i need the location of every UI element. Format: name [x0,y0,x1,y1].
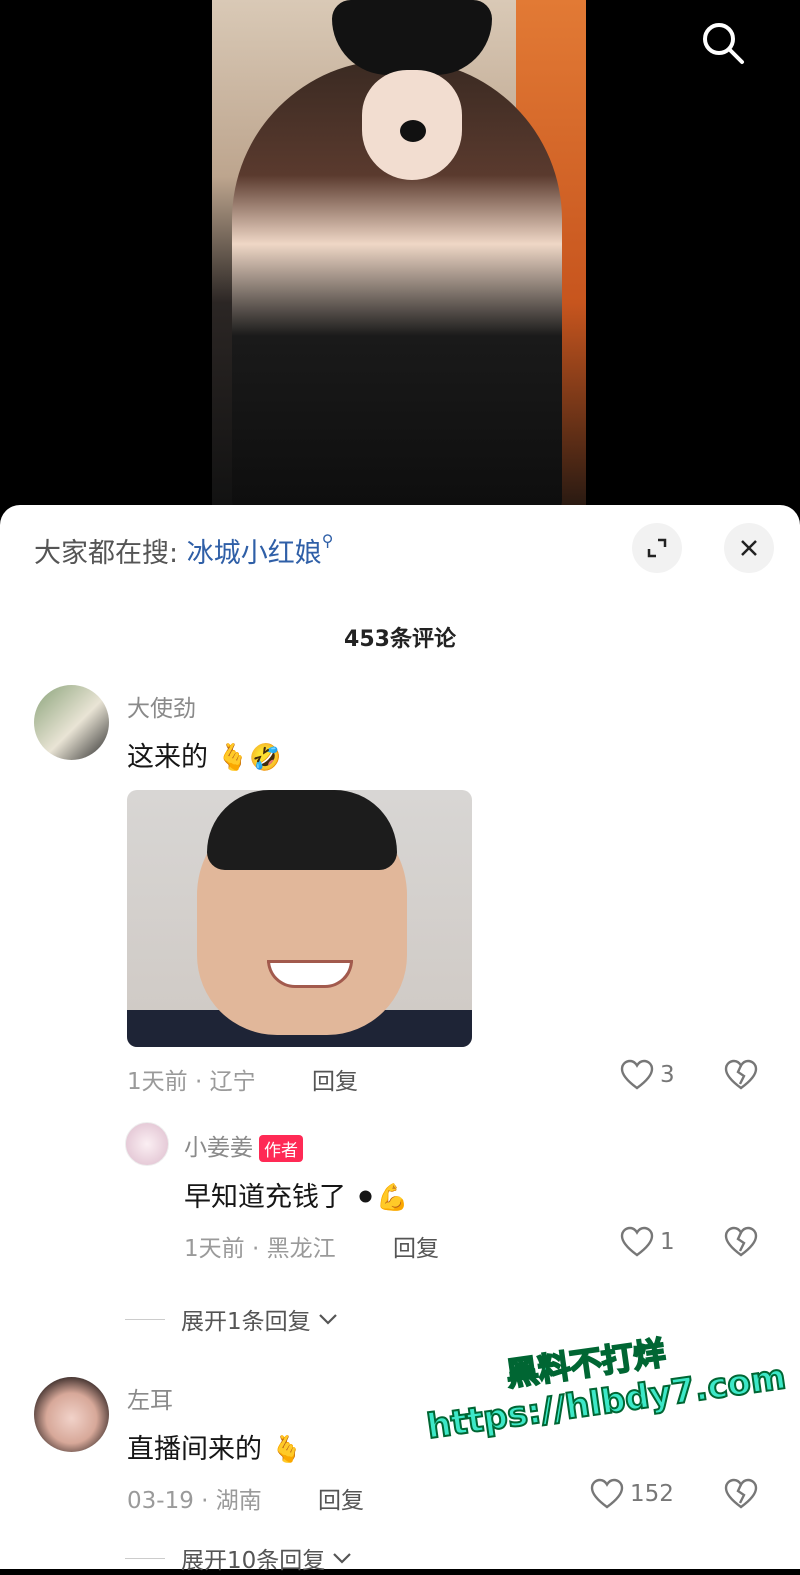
search-icon[interactable] [698,18,748,68]
expand-replies-label: 展开10条回复 [181,1548,326,1574]
comment-username[interactable]: 大使劲 [127,689,196,723]
reply-button[interactable]: 回复 [318,1481,364,1515]
emoji-icon: 🫰 [270,1435,303,1465]
heart-icon [620,1226,654,1257]
avatar[interactable] [34,1377,109,1452]
comment-location: 辽宁 [209,1069,256,1095]
hot-search-keyword[interactable]: 冰城小红娘 [187,538,322,569]
comment-meta: 1天前 · 辽宁 [127,1069,256,1095]
video-area[interactable] [0,0,800,520]
expand-replies-button[interactable]: 展开1条回复 [125,1302,339,1336]
comment-text-content: 直播间来的 [127,1434,262,1465]
dislike-button[interactable] [724,1478,758,1514]
video-hat [332,0,492,75]
emoji-icon: ⚫ [354,1183,377,1213]
like-count: 152 [630,1481,674,1507]
reply-location: 黑龙江 [266,1236,336,1262]
author-badge: 作者 [259,1135,303,1162]
broken-heart-icon [724,1059,758,1090]
avatar[interactable] [34,685,109,760]
emoji-icon: 💪 [376,1183,409,1213]
like-button[interactable]: 1 [620,1226,675,1258]
reply-button[interactable]: 回复 [312,1062,358,1096]
small-search-icon: ⚲ [321,531,334,550]
close-icon [741,540,757,556]
comment-text: 直播间来的 🫰 [127,1427,303,1466]
chevron-down-icon [333,1553,352,1564]
reply-username-text: 小姜姜 [184,1135,253,1161]
like-button[interactable]: 3 [620,1059,675,1091]
dislike-button[interactable] [724,1059,758,1095]
comment-username[interactable]: 左耳 [127,1381,173,1415]
reply-text-content: 早知道充钱了 [184,1182,346,1213]
reply-button[interactable]: 回复 [393,1229,439,1263]
video-filter-nose [400,120,426,142]
chevron-down-icon [318,1314,337,1325]
like-button[interactable]: 152 [590,1478,674,1510]
close-button[interactable] [724,523,774,573]
avatar[interactable] [125,1122,169,1166]
heart-icon [590,1478,624,1509]
reply-time: 1天前 [184,1236,245,1262]
video-thumbnail[interactable] [212,0,586,505]
comment-text: 这来的 🫰🤣 [127,735,281,774]
broken-heart-icon [724,1478,758,1509]
image-hair [207,790,397,870]
like-count: 3 [660,1062,675,1088]
expand-replies-label: 展开1条回复 [181,1309,311,1335]
divider-line [125,1557,165,1559]
comment-image[interactable] [127,790,472,1047]
comment-location: 湖南 [215,1488,262,1514]
divider-line [125,1318,165,1320]
like-count: 1 [660,1229,675,1255]
comment-time: 03-19 [127,1488,194,1514]
expand-button[interactable] [632,523,682,573]
reply-username[interactable]: 小姜姜 作者 [184,1128,303,1162]
reply-meta: 1天前 · 黑龙江 [184,1236,336,1262]
dislike-button[interactable] [724,1226,758,1262]
hot-search-prefix: 大家都在搜: [34,538,179,569]
expand-icon [647,538,667,558]
broken-heart-icon [724,1226,758,1257]
comment-text-content: 这来的 [127,742,208,773]
hot-search-bar[interactable]: 大家都在搜: 冰城小红娘⚲ [34,531,333,570]
expand-replies-button[interactable]: 展开10条回复 [125,1541,353,1575]
comment-count: 453条评论 [344,627,456,652]
comment-meta: 03-19 · 湖南 [127,1488,262,1514]
comment-time: 1天前 [127,1069,188,1095]
emoji-icon: 🤣 [248,743,282,773]
emoji-icon: 🫰 [216,743,249,773]
reply-text: 早知道充钱了 ⚫💪 [184,1175,409,1214]
heart-icon [620,1059,654,1090]
